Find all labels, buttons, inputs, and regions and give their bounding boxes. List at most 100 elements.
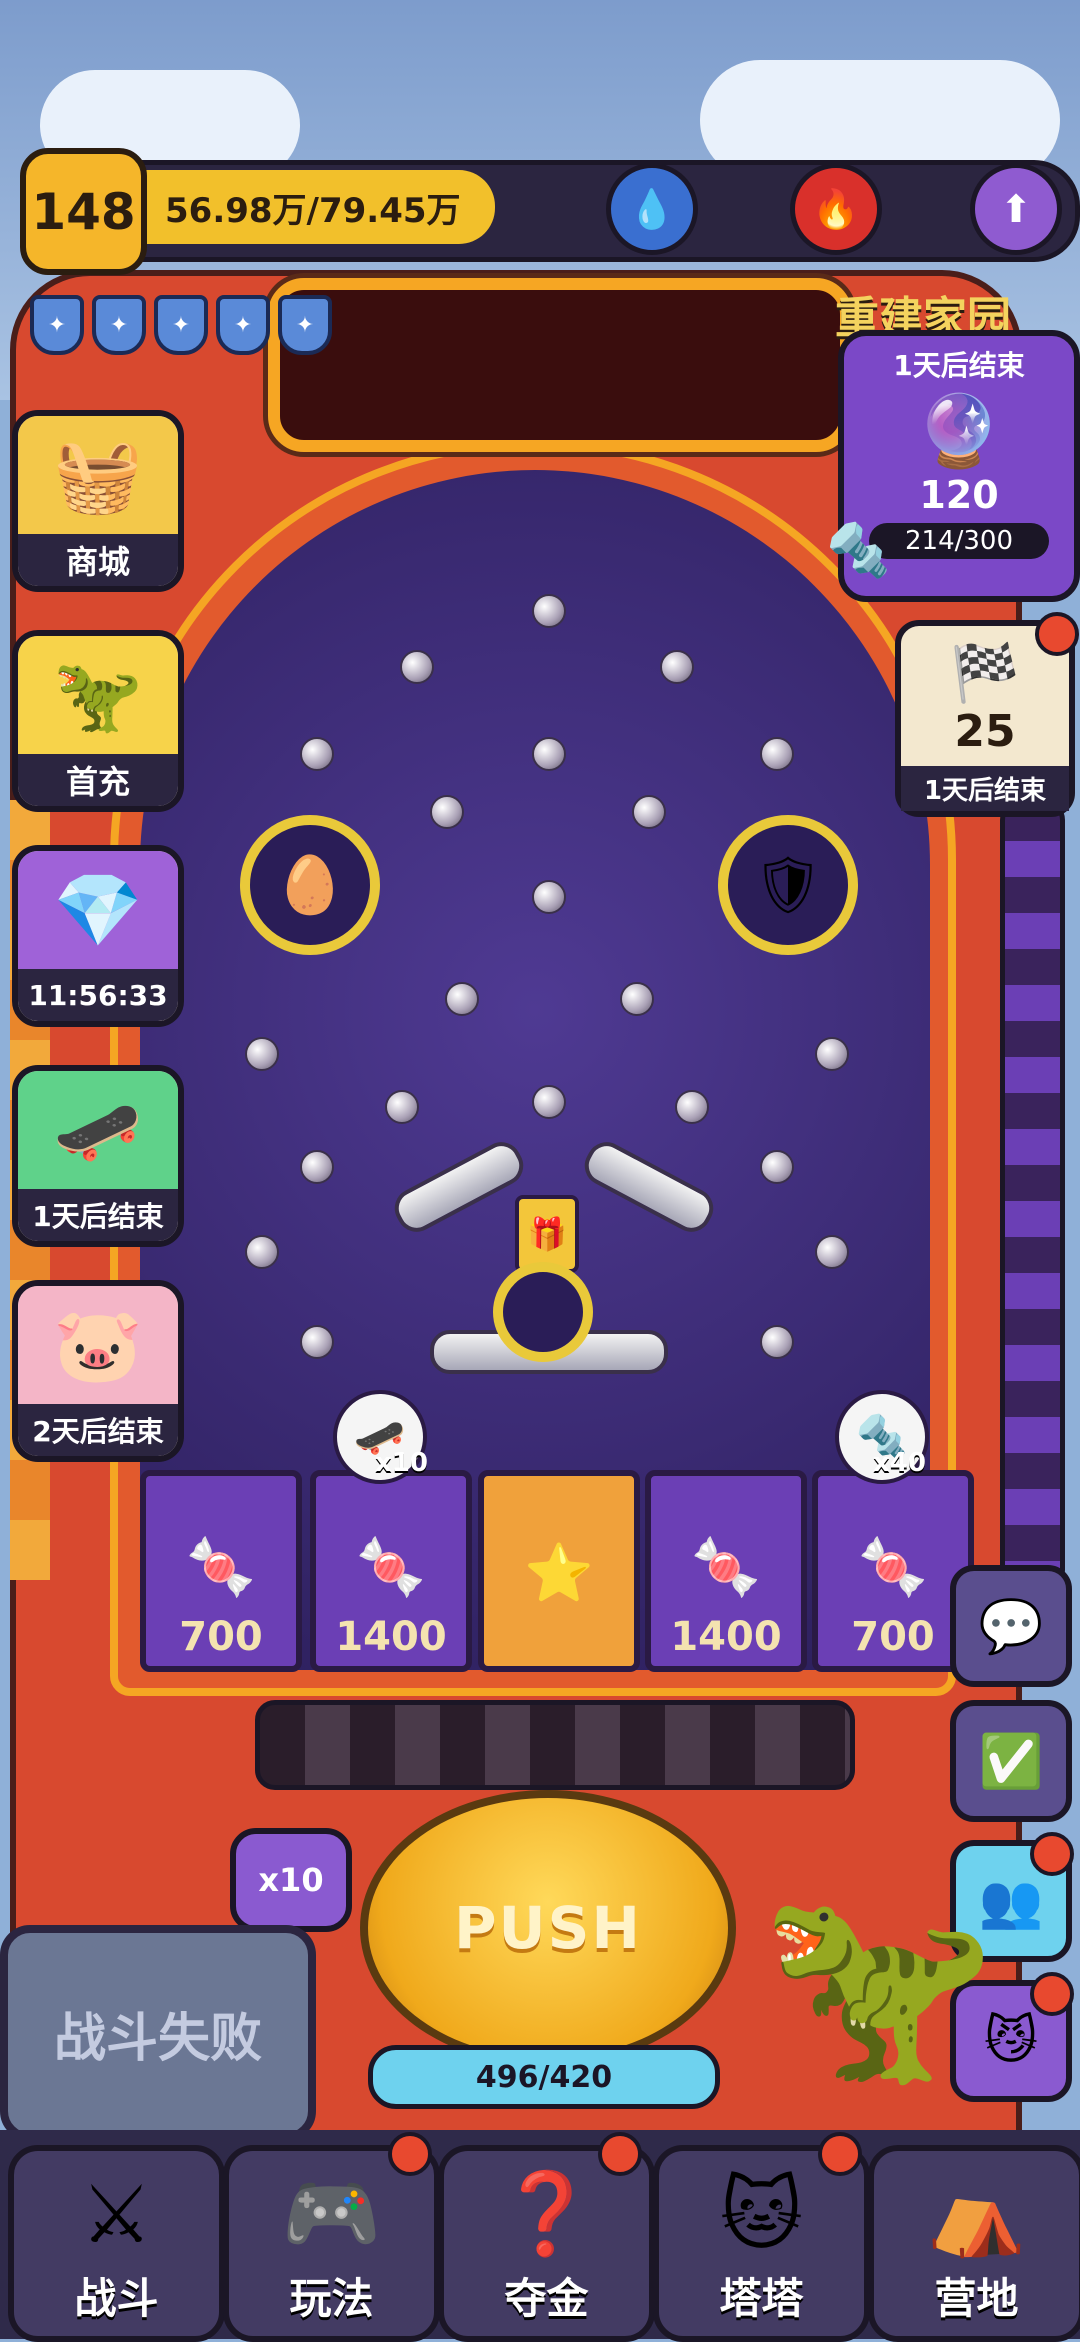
push-progress-bar: 496/420 xyxy=(368,2045,720,2109)
nav-camp-label: 营地 xyxy=(934,2274,1019,2323)
shield-icon: ✦ xyxy=(278,295,332,355)
piggy-bank-button[interactable]: 🐷 2天后结束 xyxy=(12,1280,184,1462)
gem-bag-icon: 💎 xyxy=(18,851,178,969)
push-button[interactable]: PUSH xyxy=(360,1790,736,2066)
peg xyxy=(815,1037,849,1071)
slot-badge-count: x40 xyxy=(873,1448,926,1478)
coin-tray xyxy=(255,1700,855,1790)
peg xyxy=(815,1235,849,1269)
gem-offer-button[interactable]: 💎 11:56:33 xyxy=(12,845,184,1027)
peg xyxy=(300,1325,334,1359)
peg xyxy=(532,594,566,628)
multiplier-button[interactable]: x10 xyxy=(230,1828,352,1932)
notification-dot xyxy=(1030,1832,1074,1876)
candy-icon: 🍬 xyxy=(186,1535,256,1600)
shield-bumper: 🛡 xyxy=(718,815,858,955)
peg xyxy=(532,737,566,771)
prize-slot: 🍬 1400 xyxy=(310,1470,472,1672)
peg xyxy=(760,737,794,771)
peg xyxy=(300,1150,334,1184)
cat-face-icon: 🐱 xyxy=(719,2168,804,2261)
shop-button[interactable]: 🧺 商城 xyxy=(12,410,184,592)
notification-dot xyxy=(1030,1972,1074,2016)
peg xyxy=(445,982,479,1016)
push-progress-text: 496/420 xyxy=(475,2059,613,2095)
mystery-box-icon: ❓ xyxy=(496,2167,597,2260)
notification-dot xyxy=(818,2132,862,2176)
piggy-bank-timer: 2天后结束 xyxy=(18,1404,178,1456)
prize-slot: ⭐ xyxy=(478,1470,640,1672)
slot-badge-count: x10 xyxy=(375,1448,428,1478)
nav-gameplay-label: 玩法 xyxy=(289,2274,374,2323)
push-label: PUSH xyxy=(454,1894,642,1962)
nav-gold-rush-label: 夺金 xyxy=(504,2274,589,2323)
checkered-flag-icon: 🏁 xyxy=(950,641,1020,706)
question-star-icon: ⭐ xyxy=(524,1541,594,1606)
dino-icon: 🦖 xyxy=(18,636,178,754)
peg xyxy=(632,795,666,829)
player-level: 148 xyxy=(31,182,136,241)
multiplier-label: x10 xyxy=(258,1861,324,1899)
candy-icon: 🍬 xyxy=(858,1535,928,1600)
marquee-display xyxy=(268,278,852,452)
skateboard-event-timer: 1天后结束 xyxy=(18,1189,178,1241)
peg xyxy=(385,1090,419,1124)
candy-pile-icon: 🍬 xyxy=(356,1535,426,1600)
skateboard-event-button[interactable]: 🛹 1天后结束 xyxy=(12,1065,184,1247)
experience-bar: 56.98万/79.45万 xyxy=(125,170,495,244)
notification-dot xyxy=(598,2132,642,2176)
race-timer: 1天后结束 xyxy=(901,766,1069,811)
slot-value: 700 xyxy=(851,1614,935,1660)
candy-pile-icon: 🍬 xyxy=(691,1535,761,1600)
shield-icon: ✦ xyxy=(30,295,84,355)
first-recharge-button[interactable]: 🦖 首充 xyxy=(12,630,184,812)
water-drop-up-icon[interactable]: 💧 xyxy=(606,163,698,255)
peg xyxy=(532,880,566,914)
notification-dot xyxy=(388,2132,432,2176)
gamepad-icon: 🎮 xyxy=(281,2167,382,2260)
chat-icon[interactable]: 💬 xyxy=(950,1565,1072,1687)
shop-label: 商城 xyxy=(18,534,178,586)
launch-rail xyxy=(1000,800,1065,1590)
shield-icon: ✦ xyxy=(216,295,270,355)
crossed-swords-icon: ⚔ xyxy=(80,2168,153,2261)
dino-mascot: 🦖 xyxy=(760,1874,997,2095)
prize-slot: 🍬 1400 xyxy=(645,1470,807,1672)
player-level-badge[interactable]: 148 xyxy=(20,148,147,275)
gem-cluster-icon: 🔮 xyxy=(915,390,1003,472)
slot-value: 700 xyxy=(179,1614,263,1660)
race-count: 25 xyxy=(954,706,1016,757)
nav-tata-label: 塔塔 xyxy=(719,2274,804,2323)
egg-bumper: 🥚 xyxy=(240,815,380,955)
peg xyxy=(245,1235,279,1269)
peg xyxy=(430,795,464,829)
nav-battle[interactable]: ⚔ 战斗 xyxy=(8,2145,225,2342)
checklist-icon[interactable]: ✅ xyxy=(950,1700,1072,1822)
tent-icon: ⛺ xyxy=(926,2167,1027,2260)
peg xyxy=(300,737,334,771)
peg xyxy=(245,1037,279,1071)
skateboard-icon: 🛹 xyxy=(18,1071,178,1189)
experience-text: 56.98万/79.45万 xyxy=(165,190,461,231)
slot-value: 1400 xyxy=(670,1614,782,1660)
prize-slot: 🍬 700 xyxy=(140,1470,302,1672)
gem-offer-timer: 11:56:33 xyxy=(18,969,178,1021)
peg xyxy=(675,1090,709,1124)
nav-camp[interactable]: ⛺ 营地 xyxy=(868,2145,1080,2342)
basket-icon: 🧺 xyxy=(18,416,178,534)
flame-up-icon[interactable]: 🔥 xyxy=(790,163,882,255)
shield-row: ✦ ✦ ✦ ✦ ✦ xyxy=(30,295,332,355)
peg xyxy=(760,1150,794,1184)
peg xyxy=(400,650,434,684)
arrow-up-icon[interactable]: ⬆ xyxy=(970,163,1062,255)
slot-value: 1400 xyxy=(335,1614,447,1660)
peg xyxy=(760,1325,794,1359)
event-timer: 1天后结束 xyxy=(893,349,1025,382)
peg xyxy=(532,1085,566,1119)
event-count: 120 xyxy=(919,473,999,517)
first-recharge-label: 首充 xyxy=(18,754,178,806)
shield-icon: ✦ xyxy=(154,295,208,355)
nav-battle-label: 战斗 xyxy=(74,2274,159,2323)
battle-status-panel[interactable]: 战斗失败 xyxy=(0,1925,316,2141)
battle-status-text: 战斗失败 xyxy=(53,2008,262,2069)
